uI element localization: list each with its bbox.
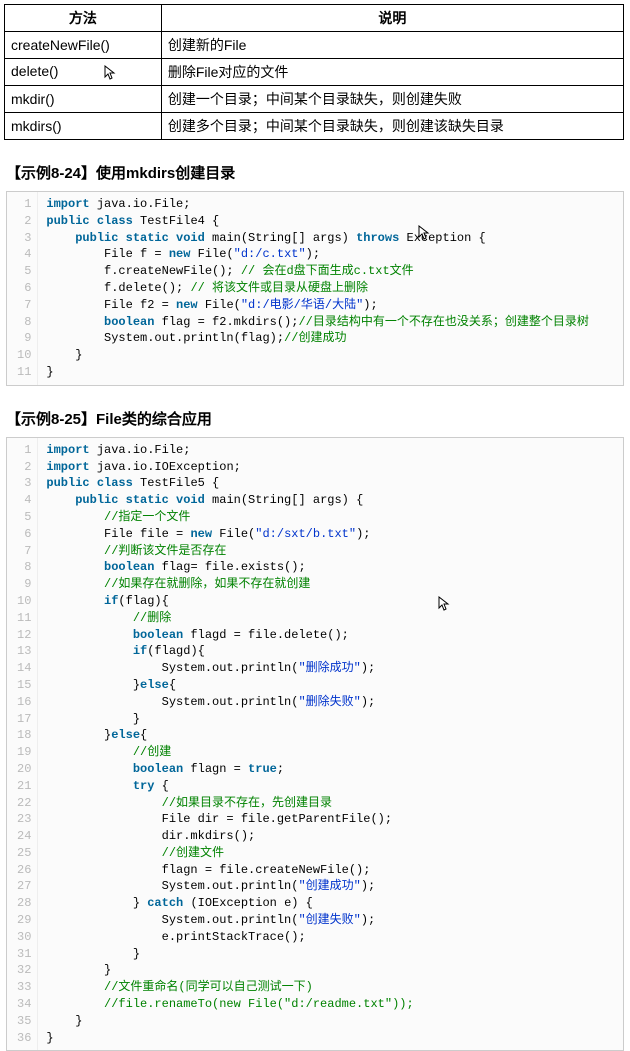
- table-header-desc: 说明: [161, 5, 623, 32]
- table-row: createNewFile() 创建新的File: [5, 32, 624, 59]
- code-block-8-25: 1 2 3 4 5 6 7 8 9 10 11 12 13 14 15 16 1…: [6, 437, 624, 1051]
- mouse-cursor-icon: [104, 65, 116, 81]
- code-block-8-24: 1 2 3 4 5 6 7 8 9 10 11 import java.io.F…: [6, 191, 624, 386]
- mouse-cursor-icon: [438, 596, 450, 618]
- table-row: delete() 删除File对应的文件: [5, 59, 624, 86]
- file-methods-table: 方法 说明 createNewFile() 创建新的File delete() …: [4, 4, 624, 140]
- table-row: mkdir() 创建一个目录；中间某个目录缺失，则创建失败: [5, 86, 624, 113]
- code-content: import java.io.File; import java.io.IOEx…: [38, 438, 623, 1051]
- code-content: import java.io.File; public class TestFi…: [38, 192, 623, 385]
- example-8-25-heading: 【示例8-25】File类的综合应用: [6, 408, 630, 429]
- mouse-cursor-icon: [418, 225, 430, 247]
- table-header-method: 方法: [5, 5, 162, 32]
- example-8-24-heading: 【示例8-24】使用mkdirs创建目录: [6, 162, 630, 183]
- table-row: mkdirs() 创建多个目录；中间某个目录缺失，则创建该缺失目录: [5, 113, 624, 140]
- line-gutter: 1 2 3 4 5 6 7 8 9 10 11 12 13 14 15 16 1…: [7, 438, 38, 1051]
- line-gutter: 1 2 3 4 5 6 7 8 9 10 11: [7, 192, 38, 385]
